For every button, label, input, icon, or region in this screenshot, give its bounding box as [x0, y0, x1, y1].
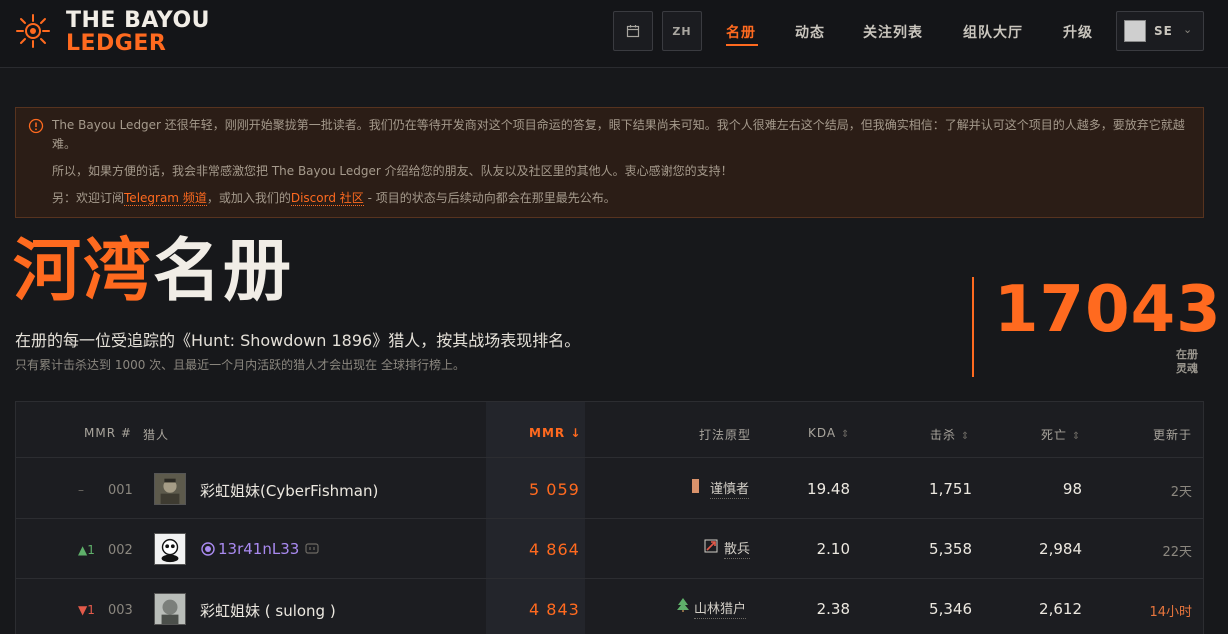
header-rank[interactable]: MMR #: [84, 426, 132, 440]
verified-badge-icon: [201, 542, 215, 556]
table-row[interactable]: – 001 彩虹姐妹(CyberFishman) 5 059 谨慎者 19.48…: [16, 459, 1203, 519]
calendar-button[interactable]: [613, 11, 653, 51]
rank-number: 001: [108, 483, 133, 498]
rank-number: 002: [108, 543, 133, 558]
cautious-archetype-icon: [692, 479, 699, 493]
nav-active-underline: [726, 44, 758, 46]
notice-p3-prefix: 另：欢迎订阅: [52, 191, 125, 205]
header-kda[interactable]: KDA ⇕: [808, 426, 850, 440]
sort-icon: ⇕: [840, 429, 851, 440]
rank-change: ▼1: [78, 603, 95, 617]
nav-activity[interactable]: 动态: [795, 22, 825, 42]
hunter-name-link[interactable]: 彩虹姐妹(CyberFishman): [200, 480, 378, 501]
kills-value: 5,358: [929, 540, 972, 558]
kda-value: 19.48: [807, 480, 850, 498]
rank-change: –: [78, 483, 84, 497]
updated-value: 14小时: [1149, 605, 1192, 620]
page-title-accent: 河湾: [13, 232, 154, 311]
kills-value: 5,346: [929, 600, 972, 618]
skirmisher-archetype-icon: [704, 539, 718, 553]
roster-count-label-2: 灵魂: [1176, 362, 1198, 375]
sort-desc-icon: ↓: [570, 426, 582, 440]
kda-value: 2.10: [816, 540, 850, 558]
header-updated: 更新于: [1153, 428, 1193, 442]
kills-value: 1,751: [929, 480, 972, 498]
language-toggle-button[interactable]: ZH: [662, 11, 702, 51]
deaths-value: 2,612: [1039, 600, 1082, 618]
page-title: 河湾名册: [13, 238, 293, 306]
woodsman-archetype-icon: [677, 598, 689, 612]
telegram-channel-link[interactable]: Telegram 频道: [124, 191, 207, 206]
archetype-label: 山林猎户: [694, 598, 747, 619]
nav-upgrade[interactable]: 升级: [1063, 22, 1093, 42]
table-row[interactable]: ▲1 002 13r41nL33 4 864 散兵 2.10 5,358 2,9…: [16, 519, 1203, 579]
kda-value: 2.38: [816, 600, 850, 618]
brand-line-1: THE BAYOU: [66, 8, 211, 33]
twitch-icon[interactable]: [305, 542, 319, 555]
count-divider: [972, 277, 974, 377]
brand-line-2: LEDGER: [66, 31, 167, 56]
notice-paragraph-3: 另：欢迎订阅Telegram 频道，或加入我们的Discord 社区 - 项目的…: [52, 189, 1192, 208]
header-kills-label: 击杀: [930, 428, 957, 442]
notice-p3-mid: ，或加入我们的: [206, 191, 291, 205]
header-mmr-label: MMR: [529, 426, 566, 440]
page-eligibility-note: 只有累计击杀达到 1000 次、且最近一个月内活跃的猎人才会出现在 全球排行榜上…: [15, 358, 465, 372]
brand-wordmark[interactable]: THE BAYOU LEDGER: [66, 10, 210, 55]
header-kills[interactable]: 击杀 ⇕: [930, 426, 970, 443]
page-title-plain: 名册: [153, 232, 294, 311]
hunter-avatar: [154, 593, 186, 625]
updated-value: 2天: [1170, 485, 1192, 500]
page-subtitle: 在册的每一位受追踪的《Hunt: Showdown 1896》猎人，按其战场表现…: [15, 331, 581, 350]
calendar-icon: [626, 25, 640, 38]
updated-value: 22天: [1162, 545, 1192, 560]
chevron-down-icon: ⌄: [1183, 23, 1193, 36]
header-mmr[interactable]: MMR ↓: [529, 426, 581, 440]
rank-number: 003: [108, 603, 133, 618]
hunter-name-link[interactable]: 13r41nL33: [218, 540, 299, 558]
header-deaths[interactable]: 死亡 ⇕: [1041, 426, 1081, 443]
mmr-value: 4 843: [529, 600, 580, 619]
profile-menu-button[interactable]: SE ⌄: [1116, 11, 1204, 51]
notice-paragraph-2: 所以，如果方便的话，我会非常感激您把 The Bayou Ledger 介绍给您…: [52, 164, 733, 178]
nav-team-lobby[interactable]: 组队大厅: [963, 22, 1023, 42]
deaths-value: 2,984: [1039, 540, 1082, 558]
archetype-label: 散兵: [724, 538, 751, 559]
profile-name: SE: [1154, 24, 1173, 38]
top-navigation-bar: THE BAYOU LEDGER ZH 名册 动态 关注列表 组队大厅 升级 S…: [0, 0, 1228, 68]
bayou-sun-logo-icon[interactable]: [16, 14, 50, 48]
discord-community-link[interactable]: Discord 社区: [290, 191, 364, 206]
notice-paragraph-1: The Bayou Ledger 还很年轻，刚刚开始聚拢第一批读者。我们仍在等待…: [52, 118, 1185, 151]
info-alert-icon: [28, 118, 44, 134]
table-header: MMR # 猎人 MMR ↓ 打法原型 KDA ⇕ 击杀 ⇕ 死亡 ⇕ 更新于: [16, 402, 1203, 458]
hunter-avatar: [154, 533, 186, 565]
roster-count: 17043: [994, 273, 1222, 347]
header-kda-label: KDA: [808, 426, 837, 440]
mmr-value: 4 864: [529, 540, 580, 559]
support-notice-banner: The Bayou Ledger 还很年轻，刚刚开始聚拢第一批读者。我们仍在等待…: [15, 107, 1204, 218]
nav-roster[interactable]: 名册: [726, 22, 756, 42]
deaths-value: 98: [1062, 480, 1082, 498]
avatar: [1124, 20, 1146, 42]
header-deaths-label: 死亡: [1041, 428, 1068, 442]
archetype-label: 谨慎者: [710, 478, 750, 499]
leaderboard-table: MMR # 猎人 MMR ↓ 打法原型 KDA ⇕ 击杀 ⇕ 死亡 ⇕ 更新于 …: [15, 401, 1204, 634]
header-hunter: 猎人: [143, 428, 170, 442]
sort-icon: ⇕: [960, 431, 971, 442]
hunter-avatar: [154, 473, 186, 505]
nav-watchlist[interactable]: 关注列表: [863, 22, 923, 42]
sort-icon: ⇕: [1071, 431, 1082, 442]
mmr-value: 5 059: [529, 480, 580, 499]
notice-p3-suffix: - 项目的状态与后续动向都会在那里最先公布。: [363, 191, 616, 205]
hunter-name-link[interactable]: 彩虹姐妹 ( sulong ): [200, 600, 336, 621]
table-row[interactable]: ▼1 003 彩虹姐妹 ( sulong ) 4 843 山林猎户 2.38 5…: [16, 579, 1203, 634]
header-archetype: 打法原型: [699, 428, 752, 442]
rank-change: ▲1: [78, 543, 95, 557]
